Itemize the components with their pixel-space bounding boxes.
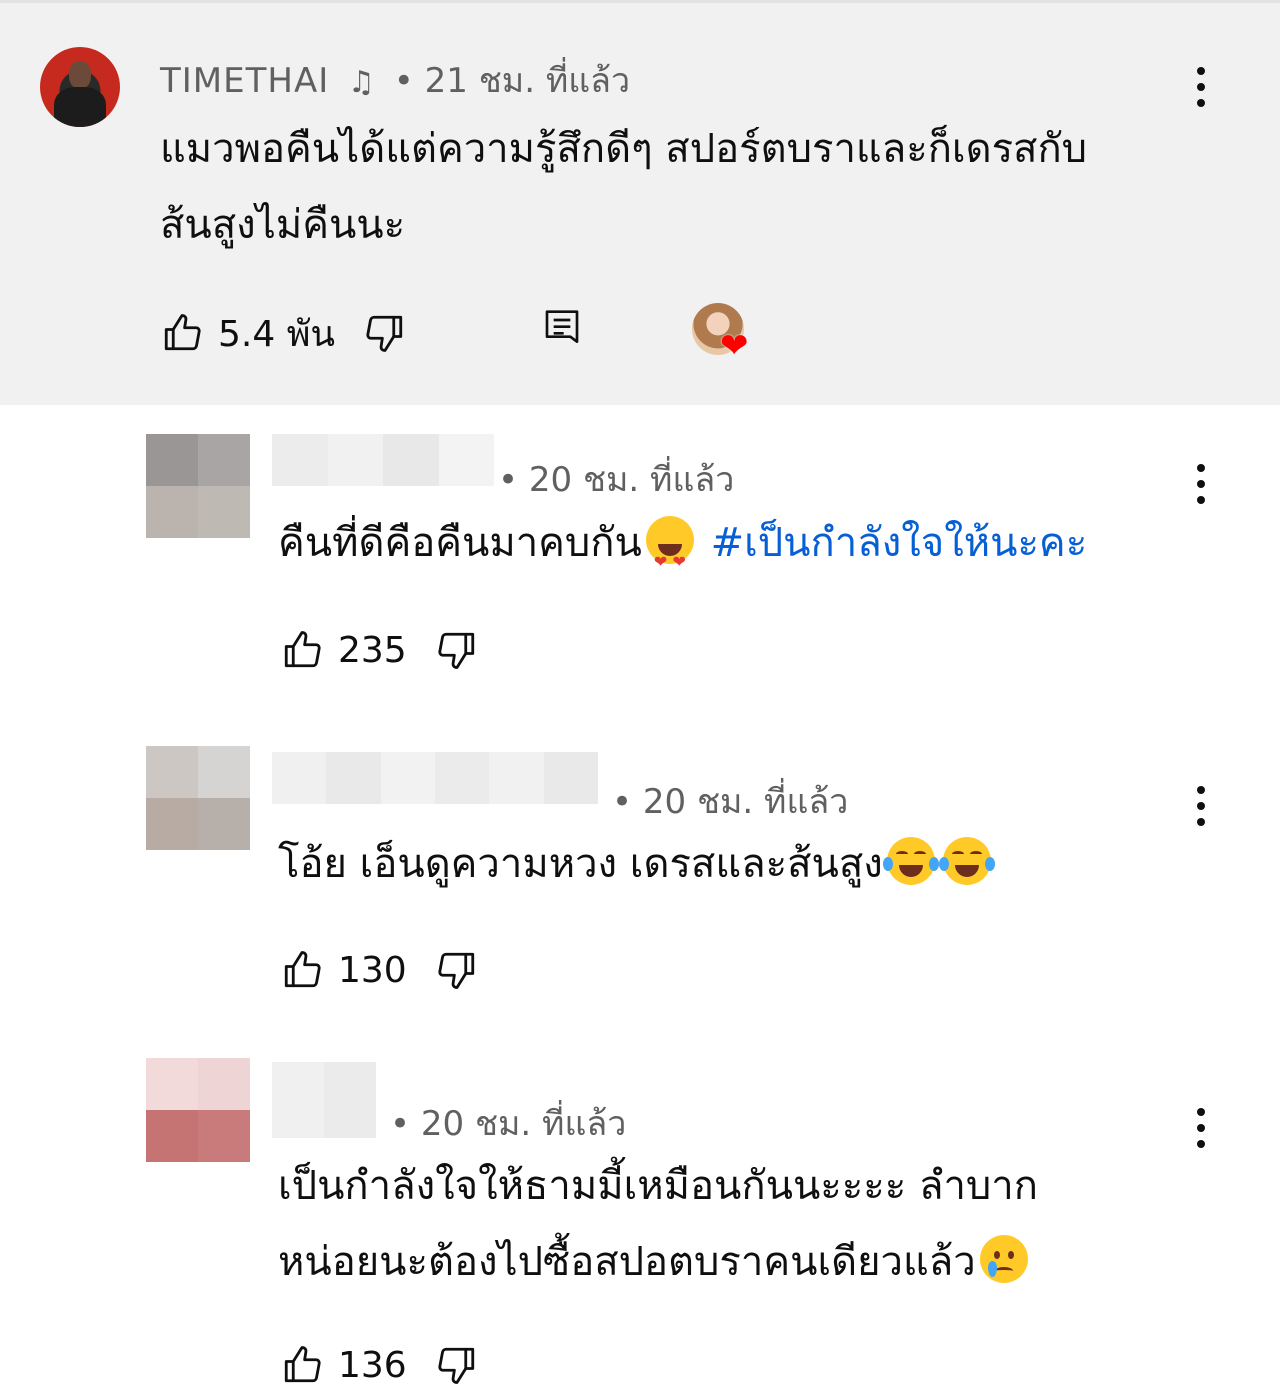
reply-meta: • 20 ชม. ที่แล้ว — [498, 452, 734, 506]
comment-time[interactable]: 20 ชม. ที่แล้ว — [421, 1104, 626, 1144]
music-note-icon: ♫ — [348, 65, 375, 100]
author-name-blurred[interactable] — [272, 1062, 376, 1138]
comment-actions: 5.4 พัน — [160, 308, 407, 358]
more-options-icon[interactable] — [1196, 67, 1206, 111]
reply-meta: • 20 ชม. ที่แล้ว — [390, 1096, 626, 1150]
comment-text: แมวพอคืนได้แต่ความรู้สึกดีๆ สปอร์ตบราและ… — [160, 111, 1220, 263]
reply-comment-icon — [545, 310, 579, 343]
like-count: 235 — [338, 629, 407, 671]
like-button[interactable] — [280, 948, 324, 992]
thumbs-down-icon — [366, 315, 403, 352]
reply-meta: • 20 ชม. ที่แล้ว — [612, 774, 848, 828]
author-name-blurred[interactable] — [272, 434, 494, 486]
author-name[interactable]: TIMETHAI — [160, 61, 329, 101]
comment-time[interactable]: 20 ชม. ที่แล้ว — [643, 782, 848, 822]
meta-separator: • — [390, 1104, 411, 1144]
like-count: 136 — [338, 1344, 407, 1386]
heart-eyes-emoji — [645, 516, 694, 600]
like-count: 130 — [338, 949, 407, 991]
reply-avatar-blurred[interactable] — [146, 1058, 250, 1162]
thumbs-down-icon — [438, 952, 474, 989]
meta-separator: • — [393, 61, 414, 101]
like-button[interactable] — [280, 1343, 324, 1387]
reply-text: โอ้ย เอ็นดูความหวง เดรสและส้นสูง — [278, 841, 883, 887]
author-avatar[interactable] — [40, 47, 120, 127]
author-name-blurred[interactable] — [272, 752, 598, 804]
comment-time[interactable]: 20 ชม. ที่แล้ว — [529, 460, 734, 500]
comment-text-line: เป็นกำลังใจให้ธามมี้เหมือนกันนะะะะ ลำบาก — [278, 1163, 1038, 1209]
hashtag-link[interactable]: #เป็นกำลังใจให้นะคะ — [711, 520, 1088, 566]
like-count: 5.4 พัน — [218, 313, 336, 355]
reply-button[interactable] — [540, 308, 584, 352]
thumbs-up-icon — [284, 1346, 321, 1383]
meta-separator: • — [612, 782, 633, 822]
crying-face-emoji — [979, 1235, 1028, 1283]
comment-time[interactable]: 21 ชม. ที่แล้ว — [425, 61, 630, 101]
creator-heart-badge: ❤ — [692, 303, 754, 365]
comment-actions: 235 — [280, 625, 479, 675]
like-button[interactable] — [280, 628, 324, 672]
comment-text: โอ้ย เอ็นดูความหวง เดรสและส้นสูง — [278, 826, 995, 902]
like-button[interactable] — [160, 311, 204, 355]
tears-of-joy-emoji — [938, 837, 995, 885]
dislike-button[interactable] — [435, 948, 479, 992]
dislike-button[interactable] — [363, 311, 407, 355]
heart-icon: ❤ — [720, 326, 749, 366]
more-options-icon[interactable] — [1196, 464, 1206, 508]
reply-avatar-blurred[interactable] — [146, 434, 250, 538]
comment-text-line: แมวพอคืนได้แต่ความรู้สึกดีๆ สปอร์ตบราและ… — [160, 126, 1088, 172]
tears-of-joy-emoji — [882, 837, 939, 885]
comment-text-line: หน่อยนะต้องไปซื้อสปอตบราคนเดียวแล้ว — [278, 1224, 1178, 1300]
comment-actions: 130 — [280, 945, 479, 995]
thumbs-up-icon — [284, 631, 321, 668]
thumbs-down-icon — [438, 632, 474, 669]
dislike-button[interactable] — [435, 628, 479, 672]
reply-text: คืนที่ดีคือคืนมาคบกัน — [278, 520, 642, 566]
dislike-button[interactable] — [435, 1343, 479, 1387]
more-options-icon[interactable] — [1196, 786, 1206, 830]
comment-text: คืนที่ดีคือคืนมาคบกัน #เป็นกำลังใจให้นะค… — [278, 505, 1088, 600]
thumbs-down-icon — [438, 1347, 474, 1384]
thumbs-up-icon — [284, 951, 321, 988]
meta-separator: • — [498, 460, 519, 500]
thumbs-up-icon — [164, 314, 201, 351]
comment-actions: 136 — [280, 1340, 479, 1390]
comment-text: เป็นกำลังใจให้ธามมี้เหมือนกันนะะะะ ลำบาก… — [278, 1148, 1178, 1300]
highlighted-comment: TIMETHAI ♫ • 21 ชม. ที่แล้ว แมวพอคืนได้แ… — [0, 0, 1280, 405]
reply-text: หน่อยนะต้องไปซื้อสปอตบราคนเดียวแล้ว — [278, 1239, 976, 1285]
reply-avatar-blurred[interactable] — [146, 746, 250, 850]
comment-text-line: ส้นสูงไม่คืนนะ — [160, 202, 406, 248]
more-options-icon[interactable] — [1196, 1108, 1206, 1152]
comment-meta: TIMETHAI ♫ • 21 ชม. ที่แล้ว — [160, 53, 630, 107]
